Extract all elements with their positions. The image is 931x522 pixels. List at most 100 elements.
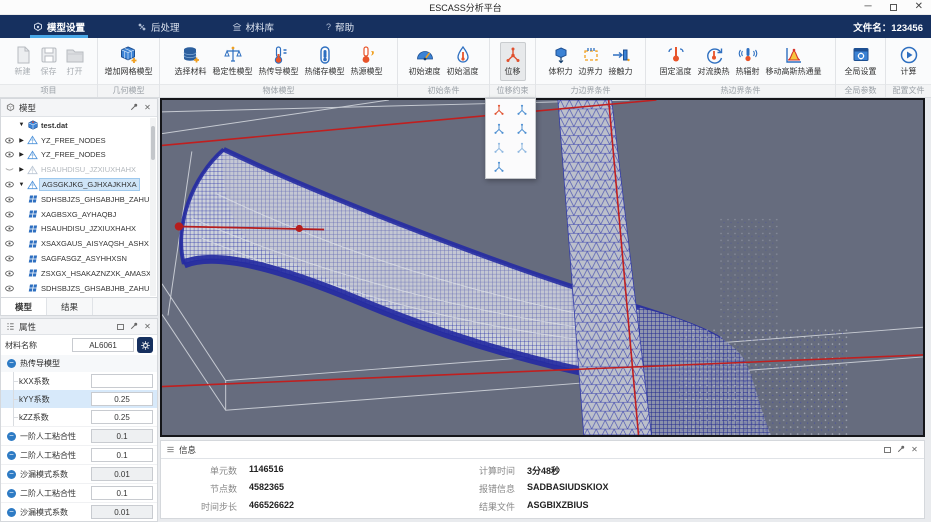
- part-icon: [27, 224, 38, 234]
- tree-item[interactable]: HSAUHDISU_JZXIUXHAHX: [1, 222, 157, 237]
- heat-storage-model-button[interactable]: 热储存模型: [302, 42, 348, 81]
- kzz-field[interactable]: 0.25: [91, 410, 153, 424]
- close-panel-icon[interactable]: ✕: [143, 103, 152, 112]
- collapse-section-icon[interactable]: −: [7, 359, 16, 368]
- param-field[interactable]: 0.1: [91, 486, 153, 500]
- restore-panel-icon[interactable]: [884, 447, 891, 453]
- tree-item[interactable]: SDHSBJZS_GHSABJHB_ZAHU: [1, 281, 157, 296]
- displacement-type-option[interactable]: [511, 101, 534, 120]
- visibility-eye-icon[interactable]: [5, 196, 14, 203]
- tree-scrollbar[interactable]: [150, 118, 156, 296]
- tree-item[interactable]: SAGFASGZ_ASYHHXSN: [1, 251, 157, 266]
- save-button[interactable]: 保存: [36, 42, 62, 81]
- visibility-eye-icon[interactable]: [5, 181, 14, 188]
- displacement-type-option[interactable]: [488, 157, 511, 176]
- displacement-type-option[interactable]: [511, 139, 534, 158]
- convection-button[interactable]: 对流换热: [695, 42, 733, 81]
- open-button[interactable]: 打开: [62, 42, 88, 81]
- boundary-force-button[interactable]: 边界力: [576, 42, 606, 81]
- menu-postprocess[interactable]: 后处理: [134, 15, 183, 38]
- visibility-eye-icon[interactable]: [5, 255, 14, 262]
- close-panel-icon[interactable]: ✕: [910, 445, 919, 454]
- contact-force-button[interactable]: 接触力: [606, 42, 636, 81]
- visibility-eye-closed-icon[interactable]: [5, 166, 14, 173]
- tab-results[interactable]: 结果: [47, 298, 93, 315]
- collapse-section-icon[interactable]: −: [7, 451, 16, 460]
- minimize-button[interactable]: ─: [865, 2, 872, 12]
- body-force-button[interactable]: 体积力: [546, 42, 576, 81]
- material-name-field[interactable]: AL6061: [72, 338, 134, 352]
- pin-icon[interactable]: [129, 322, 138, 331]
- kyy-field[interactable]: 0.25: [91, 392, 153, 406]
- displacement-type-option[interactable]: [488, 120, 511, 139]
- add-mesh-model-button[interactable]: 增加网格模型: [102, 42, 156, 81]
- initial-velocity-button[interactable]: 初始速度: [406, 42, 444, 81]
- heat-conduction-model-button[interactable]: 热传导模型: [256, 42, 302, 81]
- param-field[interactable]: 0.01: [91, 467, 153, 481]
- compute-button[interactable]: 计算: [896, 42, 922, 81]
- expand-arrow-icon[interactable]: ▼: [17, 122, 26, 128]
- material-settings-button[interactable]: [137, 337, 153, 353]
- scrollbar-thumb[interactable]: [151, 126, 155, 160]
- tree-item[interactable]: XSAXGAUS_AISYAQSH_ASHX: [1, 236, 157, 251]
- fixed-temperature-button[interactable]: 固定温度: [657, 42, 695, 81]
- collapse-arrow-icon[interactable]: ▶: [17, 166, 26, 173]
- tree-item[interactable]: ▶ YZ_FREE_NODES: [1, 148, 157, 163]
- tree-item[interactable]: ZSXGX_HSAKAZNZXK_AMASX: [1, 266, 157, 281]
- tree-item[interactable]: ▶ YZ_FREE_NODES: [1, 133, 157, 148]
- collapse-section-icon[interactable]: −: [7, 432, 16, 441]
- restore-panel-icon[interactable]: [117, 324, 124, 330]
- visibility-eye-icon[interactable]: [5, 240, 14, 247]
- global-settings-button[interactable]: 全局设置: [842, 42, 880, 81]
- param-field[interactable]: 0.1: [91, 429, 153, 443]
- particle-scatter: [679, 327, 848, 435]
- tree-item[interactable]: XAGBSXG_AYHAQBJ: [1, 207, 157, 222]
- tree-root-row[interactable]: ▼ test.dat: [1, 118, 157, 133]
- visibility-eye-icon[interactable]: [5, 285, 14, 292]
- displacement-type-option[interactable]: [488, 139, 511, 158]
- param-field[interactable]: 0.01: [91, 505, 153, 519]
- pin-icon[interactable]: [129, 103, 138, 112]
- visibility-eye-icon[interactable]: [5, 211, 14, 218]
- visibility-eye-icon[interactable]: [5, 137, 14, 144]
- tree-item[interactable]: SDHSBJZS_GHSABJHB_ZAHU: [1, 192, 157, 207]
- collapse-section-icon[interactable]: −: [7, 489, 16, 498]
- close-panel-icon[interactable]: ✕: [143, 322, 152, 331]
- visibility-eye-icon[interactable]: [5, 225, 14, 232]
- heat-conduction-section[interactable]: − 热传导模型: [1, 355, 157, 372]
- displacement-button[interactable]: 位移: [500, 42, 526, 81]
- displacement-type-option[interactable]: [488, 101, 511, 120]
- initial-temperature-button[interactable]: 初始温度: [444, 42, 482, 81]
- menu-help[interactable]: ? 帮助: [323, 15, 357, 38]
- menu-material-library[interactable]: 材料库: [229, 15, 278, 38]
- radiation-button[interactable]: 热辐射: [733, 42, 763, 81]
- displacement-type-option[interactable]: [511, 120, 534, 139]
- close-button[interactable]: ✕: [915, 2, 923, 12]
- kxx-field[interactable]: [91, 374, 153, 388]
- contact-force-icon: [611, 45, 631, 65]
- part-icon: [27, 209, 38, 219]
- gaussian-flux-button[interactable]: 移动高斯热通量: [763, 42, 825, 81]
- tab-model[interactable]: 模型: [1, 298, 47, 315]
- collapse-arrow-icon[interactable]: ▶: [17, 151, 26, 158]
- param-field[interactable]: 0.1: [91, 448, 153, 462]
- collapse-section-icon[interactable]: −: [7, 470, 16, 479]
- visibility-eye-icon[interactable]: [5, 270, 14, 277]
- stability-model-button[interactable]: 稳定性模型: [210, 42, 256, 81]
- mesh-group-icon: [27, 150, 38, 160]
- property-row-kzz: kZZ系数 0.25: [1, 408, 157, 426]
- select-material-button[interactable]: 选择材料: [172, 42, 210, 81]
- collapse-arrow-icon[interactable]: ▶: [17, 137, 26, 144]
- pin-icon[interactable]: [896, 445, 905, 454]
- menu-model-settings[interactable]: 模型设置: [30, 15, 88, 38]
- viewport-3d[interactable]: [160, 98, 925, 437]
- tree-item[interactable]: ▶ HSAUHDISU_JZXIUXHAHX: [1, 162, 157, 177]
- collapse-section-icon[interactable]: −: [7, 508, 16, 517]
- visibility-eye-icon[interactable]: [5, 151, 14, 158]
- model-settings-icon: [33, 22, 43, 32]
- expand-arrow-icon[interactable]: ▼: [17, 182, 26, 188]
- new-button[interactable]: 新建: [10, 42, 36, 81]
- restore-button[interactable]: [890, 4, 897, 11]
- tree-item-selected[interactable]: ▼ AGSGKJKG_GJHXAJKHXA: [1, 177, 157, 192]
- heat-source-model-button[interactable]: 热源模型: [348, 42, 386, 81]
